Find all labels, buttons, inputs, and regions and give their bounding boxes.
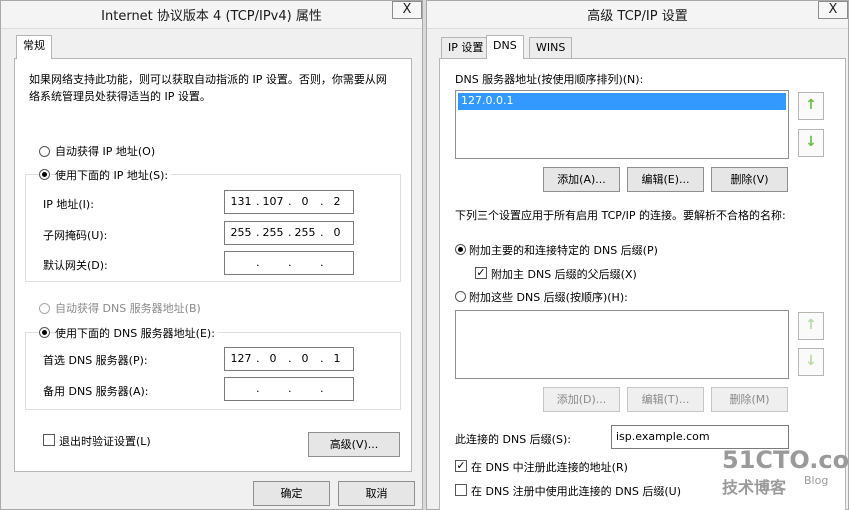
connection-suffix-label: 此连接的 DNS 后缀(S): (455, 433, 571, 446)
title-bar: 高级 TCP/IP 设置 X (427, 1, 848, 29)
ok-button[interactable]: 确定 (253, 481, 330, 506)
close-button[interactable]: X (392, 1, 422, 19)
register-address-label: 在 DNS 中注册此连接的地址(R) (471, 461, 628, 474)
intro-text-line1: 如果网络支持此功能，则可以获取自动指派的 IP 设置。否则，你需要从网 (29, 73, 387, 86)
move-up-button[interactable]: ↑ (798, 92, 824, 120)
alternate-dns-input[interactable]: ... (224, 377, 354, 401)
auto-dns-label: 自动获得 DNS 服务器地址(B) (55, 302, 201, 315)
append-these-label: 附加这些 DNS 后缀(按顺序)(H): (469, 291, 628, 304)
dns-panel: DNS 服务器地址(按使用顺序排列)(N): 127.0.0.1 ↑ ↓ 添加(… (439, 58, 846, 510)
subnet-mask-label: 子网掩码(U): (43, 229, 108, 242)
advanced-button[interactable]: 高级(V)... (308, 432, 400, 457)
preferred-dns-label: 首选 DNS 服务器(P): (43, 354, 148, 367)
arrow-up-icon: ↑ (805, 97, 817, 113)
alternate-dns-label: 备用 DNS 服务器(A): (43, 385, 149, 398)
use-ip-radio[interactable] (39, 169, 50, 180)
window-title: Internet 协议版本 4 (TCP/IPv4) 属性 (101, 9, 322, 24)
auto-ip-label: 自动获得 IP 地址(O) (55, 145, 156, 158)
append-primary-label: 附加主要的和连接特定的 DNS 后缀(P) (469, 244, 658, 257)
list-item[interactable]: 127.0.0.1 (458, 93, 786, 110)
watermark-blog: Blog (804, 474, 829, 487)
append-parent-label: 附加主 DNS 后缀的父后缀(X) (491, 268, 637, 281)
suffix-move-down-button[interactable]: ↓ (798, 348, 824, 376)
remove-server-button[interactable]: 删除(V) (711, 167, 788, 192)
cancel-button[interactable]: 取消 (338, 481, 415, 506)
move-down-button[interactable]: ↓ (798, 129, 824, 157)
gateway-input[interactable]: ... (224, 251, 354, 275)
close-button[interactable]: X (818, 1, 848, 19)
validate-on-exit-label: 退出时验证设置(L) (59, 435, 151, 448)
append-these-radio[interactable] (455, 291, 466, 302)
use-ip-label: 使用下面的 IP 地址(S): (55, 167, 172, 183)
use-dns-radio[interactable] (39, 327, 50, 338)
title-bar: Internet 协议版本 4 (TCP/IPv4) 属性 X (1, 1, 422, 29)
advanced-tcpip-window: 高级 TCP/IP 设置 X IP 设置 DNS WINS DNS 服务器地址(… (426, 0, 849, 510)
ipv4-properties-window: Internet 协议版本 4 (TCP/IPv4) 属性 X 常规 如果网络支… (0, 0, 423, 510)
use-suffix-checkbox[interactable] (455, 484, 467, 496)
gateway-label: 默认网关(D): (43, 259, 108, 272)
append-parent-checkbox[interactable]: ✓ (475, 267, 487, 279)
remove-suffix-button[interactable]: 删除(M) (711, 387, 788, 412)
ip-address-label: IP 地址(I): (43, 198, 94, 211)
subnet-mask-input[interactable]: 255. 255. 255. 0 (224, 221, 354, 245)
use-suffix-label: 在 DNS 注册中使用此连接的 DNS 后缀(U) (471, 485, 681, 498)
auto-ip-radio[interactable] (39, 146, 50, 157)
resolve-description: 下列三个设置应用于所有启用 TCP/IP 的连接。要解析不合格的名称: (455, 209, 786, 222)
dns-suffix-list[interactable] (455, 310, 789, 379)
validate-on-exit-checkbox[interactable] (43, 434, 55, 446)
arrow-down-icon: ↓ (805, 353, 817, 369)
auto-dns-radio[interactable] (39, 303, 50, 314)
add-server-button[interactable]: 添加(A)... (543, 167, 620, 192)
dns-server-list[interactable]: 127.0.0.1 (455, 90, 789, 159)
use-dns-label: 使用下面的 DNS 服务器地址(E): (55, 325, 218, 341)
tab-dns[interactable]: DNS (486, 35, 524, 59)
tab-ip-settings[interactable]: IP 设置 (441, 37, 491, 59)
general-panel: 如果网络支持此功能，则可以获取自动指派的 IP 设置。否则，你需要从网 络系统管… (14, 58, 412, 472)
tab-wins[interactable]: WINS (529, 37, 573, 59)
append-primary-radio[interactable] (455, 244, 466, 255)
watermark-subtitle: 技术博客 (722, 478, 787, 497)
arrow-up-icon: ↑ (805, 317, 817, 333)
intro-text-line2: 络系统管理员处获得适当的 IP 设置。 (29, 90, 211, 103)
edit-server-button[interactable]: 编辑(E)... (627, 167, 704, 192)
dns-servers-label: DNS 服务器地址(按使用顺序排列)(N): (455, 73, 644, 86)
edit-suffix-button[interactable]: 编辑(T)... (627, 387, 704, 412)
preferred-dns-input[interactable]: 127. 0. 0. 1 (224, 347, 354, 371)
arrow-down-icon: ↓ (805, 134, 817, 150)
add-suffix-button[interactable]: 添加(D)... (543, 387, 620, 412)
window-title: 高级 TCP/IP 设置 (587, 9, 688, 24)
suffix-move-up-button[interactable]: ↑ (798, 312, 824, 340)
register-address-checkbox[interactable]: ✓ (455, 460, 467, 472)
tab-general[interactable]: 常规 (16, 35, 52, 59)
ip-address-input[interactable]: 131. 107. 0. 2 (224, 190, 354, 214)
site-watermark: 51CTO.com (722, 446, 849, 474)
